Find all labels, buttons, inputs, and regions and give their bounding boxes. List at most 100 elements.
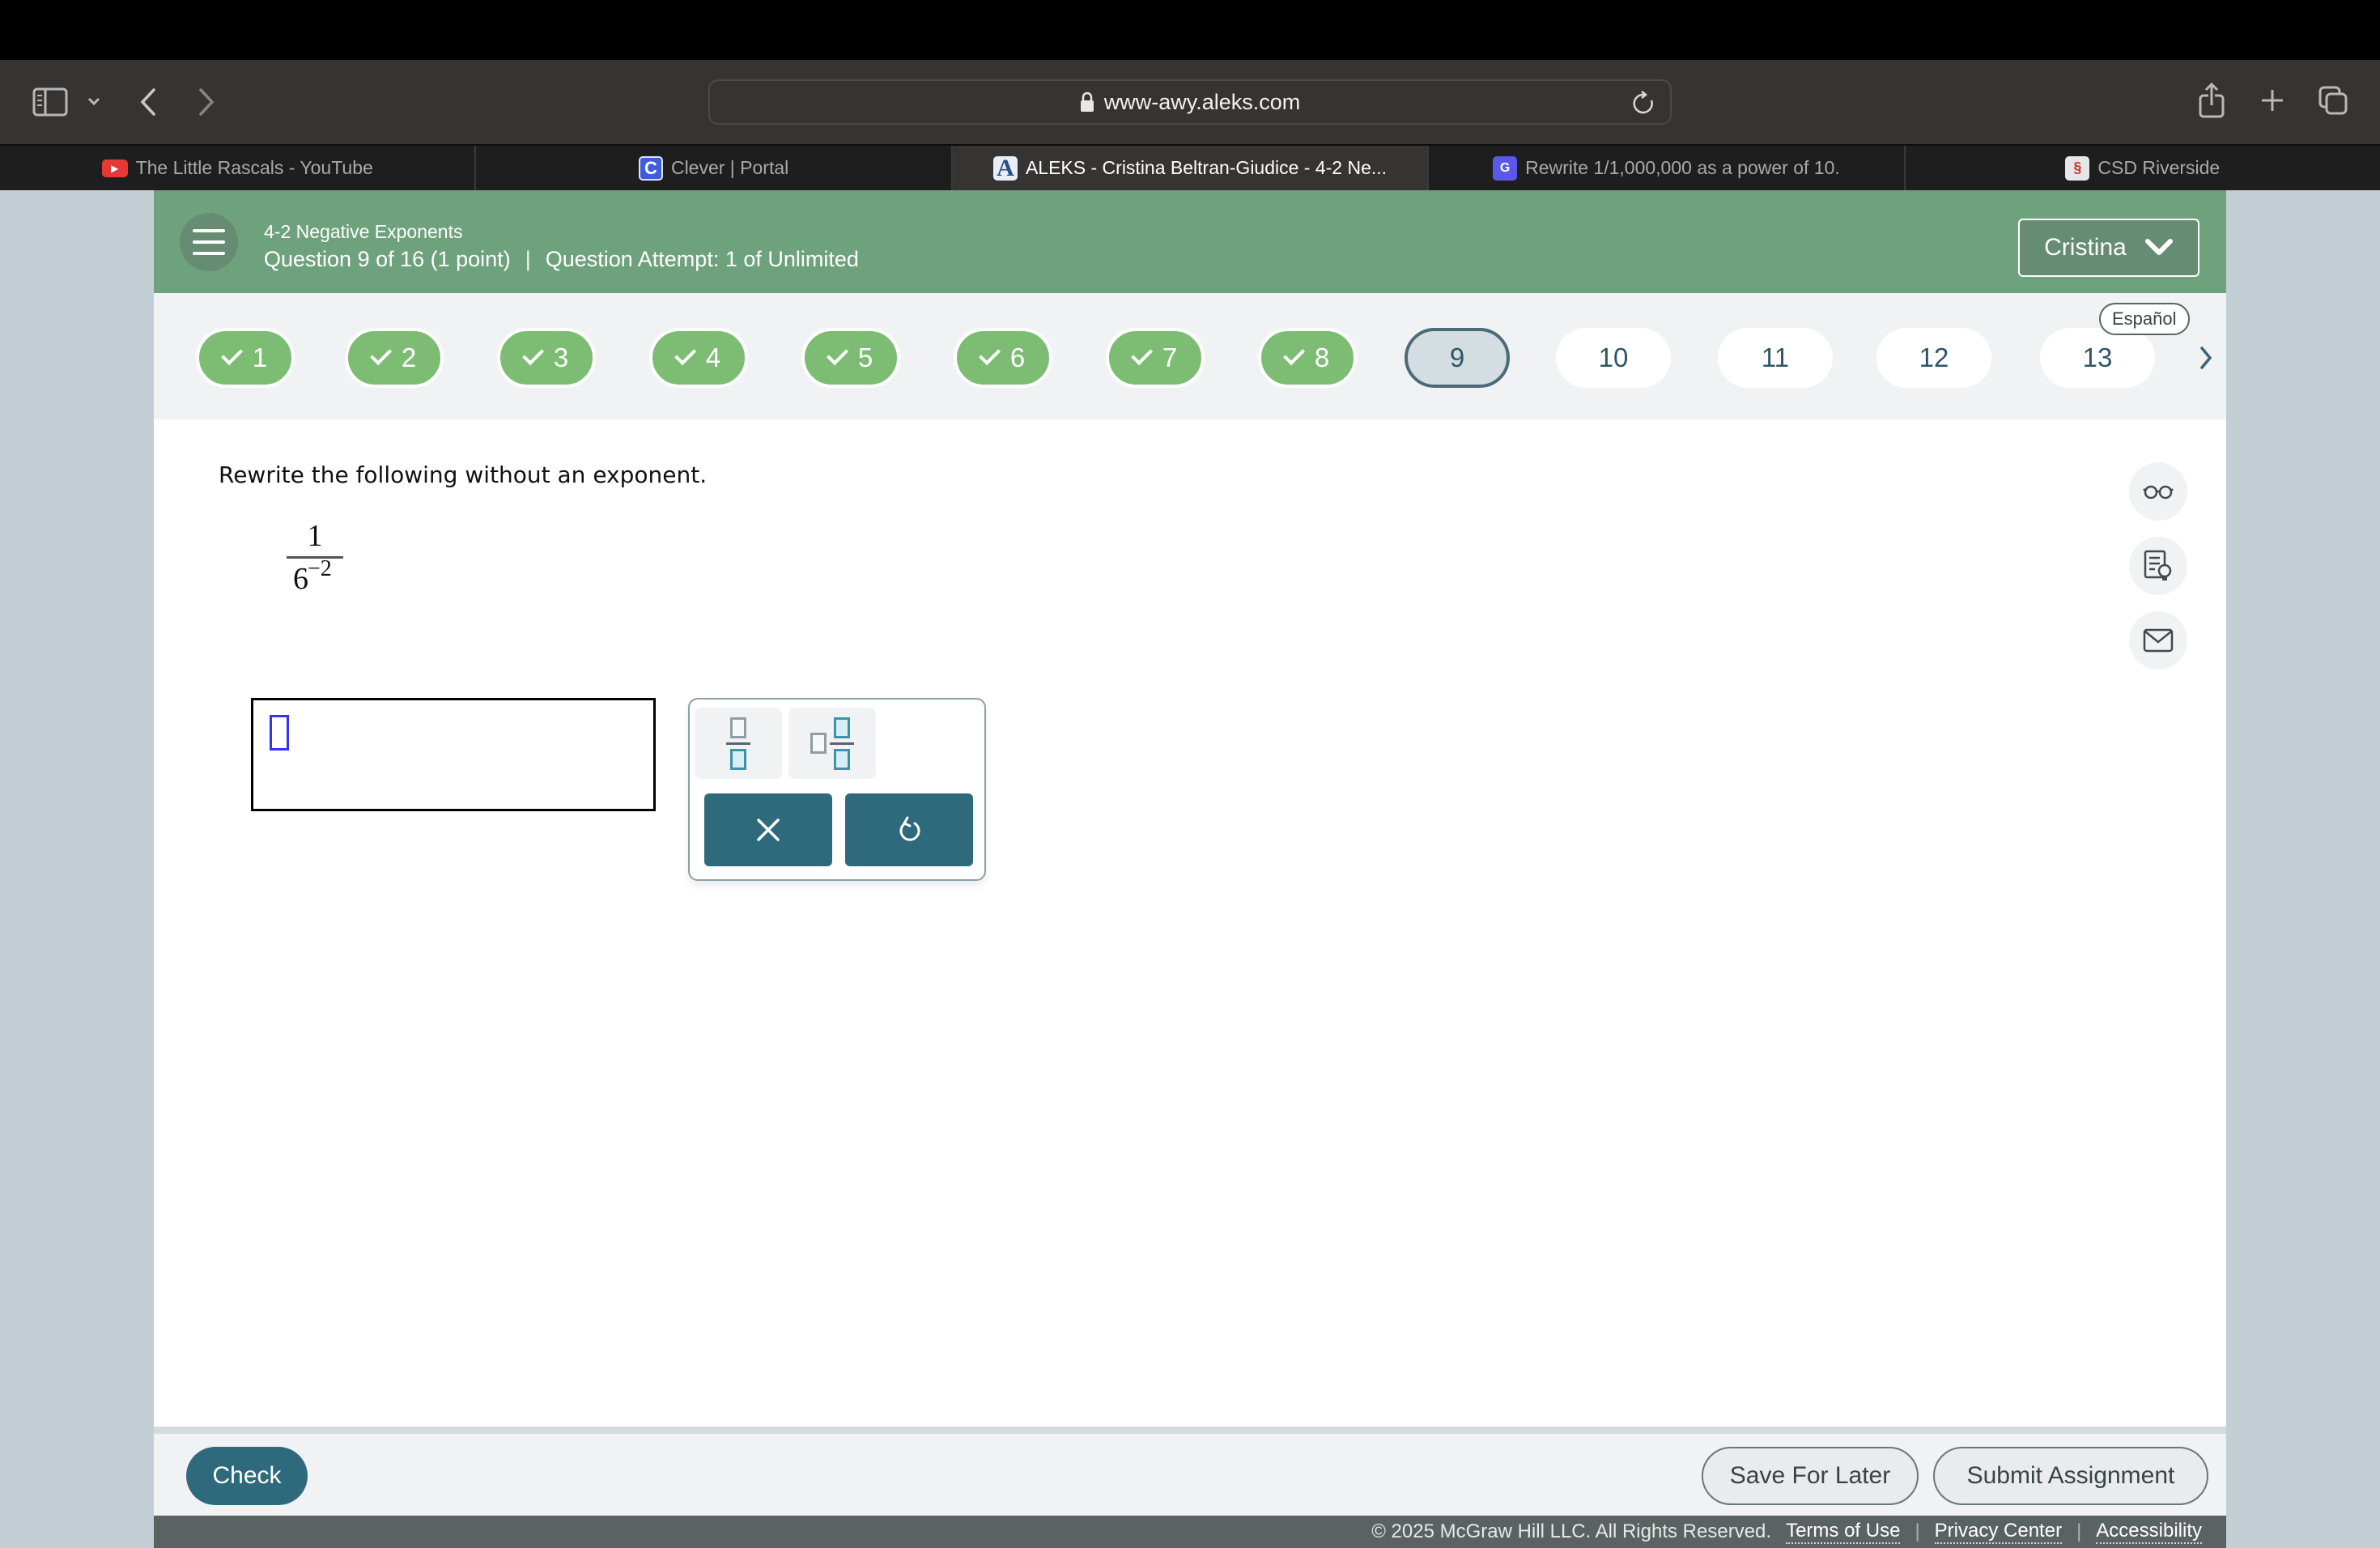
pill-label: 4: [705, 342, 721, 372]
user-menu-button[interactable]: Cristina: [2018, 219, 2199, 277]
question-pill-13[interactable]: 13: [2040, 328, 2155, 388]
clear-button[interactable]: [704, 793, 832, 866]
math-palette: [688, 698, 986, 881]
chevron-down-icon[interactable]: [84, 89, 104, 113]
browser-tab-youtube[interactable]: ▶ The Little Rascals - YouTube: [0, 146, 477, 190]
action-bar: Check Save For Later Submit Assignment: [154, 1427, 2226, 1516]
denominator: 6 −2: [287, 556, 343, 597]
pill-label: 1: [252, 342, 268, 372]
attempt-info: Question Attempt: 1 of Unlimited: [545, 247, 859, 271]
question-pill-8[interactable]: 8: [1258, 328, 1357, 388]
input-cursor-box: [270, 715, 289, 751]
undo-button[interactable]: [845, 793, 973, 866]
back-icon[interactable]: [134, 84, 162, 120]
tab-overview-icon[interactable]: [2317, 84, 2349, 117]
browser-tab-strip: ▶ The Little Rascals - YouTube C Clever …: [0, 144, 2380, 190]
reload-icon[interactable]: [1630, 89, 1659, 118]
message-button[interactable]: [2129, 611, 2187, 670]
check-icon: [1130, 343, 1153, 366]
terms-link[interactable]: Terms of Use: [1786, 1520, 1901, 1544]
forward-icon[interactable]: [193, 84, 220, 120]
fraction-button[interactable]: [695, 708, 782, 779]
question-pill-5[interactable]: 5: [801, 328, 900, 388]
browser-tab-csd[interactable]: § CSD Riverside: [1906, 146, 2380, 190]
tab-label: Clever | Portal: [670, 157, 789, 178]
pill-label: 8: [1314, 342, 1330, 372]
share-icon[interactable]: [2197, 79, 2226, 121]
question-pill-6[interactable]: 6: [954, 328, 1052, 388]
new-tab-icon[interactable]: [2259, 84, 2286, 117]
numerator: 1: [307, 519, 323, 553]
pill-label: 3: [553, 342, 569, 372]
tab-label: Rewrite 1/1,000,000 as a power of 10.: [1525, 157, 1840, 178]
pill-label: 10: [1598, 342, 1629, 372]
question-content: Rewrite the following without an exponen…: [154, 419, 2226, 1427]
question-prompt: Rewrite the following without an exponen…: [219, 461, 708, 488]
menu-line: [193, 252, 225, 255]
privacy-link[interactable]: Privacy Center: [1934, 1520, 2063, 1544]
copyright: © 2025 McGraw Hill LLC. All Rights Reser…: [1371, 1520, 1772, 1542]
separator: |: [525, 247, 531, 271]
topic-title: 4-2 Negative Exponents: [264, 221, 463, 242]
question-pill-12[interactable]: 12: [1876, 328, 1991, 388]
check-button[interactable]: Check: [186, 1447, 308, 1505]
tab-label: CSD Riverside: [2097, 157, 2221, 178]
address-bar[interactable]: www-awy.aleks.com: [708, 79, 1672, 125]
pill-label: 7: [1162, 342, 1178, 372]
browser-tab-aleks[interactable]: A ALEKS - Cristina Beltran-Giudice - 4-2…: [952, 146, 1430, 190]
hamburger-menu-button[interactable]: [180, 213, 238, 271]
check-icon: [1282, 343, 1305, 366]
tool-sidebar: [2129, 462, 2187, 686]
youtube-icon: ▶: [101, 159, 128, 177]
check-icon: [978, 343, 1001, 366]
close-icon: [757, 819, 780, 841]
pill-label: 2: [401, 342, 417, 372]
system-top-bar: [0, 0, 2380, 60]
question-pill-1[interactable]: 1: [196, 328, 295, 388]
question-pill-2[interactable]: 2: [345, 328, 444, 388]
question-pill-7[interactable]: 7: [1106, 328, 1205, 388]
question-pill-3[interactable]: 3: [497, 328, 596, 388]
exponent: −2: [308, 556, 332, 581]
check-icon: [674, 343, 696, 366]
mail-icon: [2143, 628, 2174, 653]
answer-input[interactable]: [251, 698, 656, 811]
worksheet-hint-icon: [2144, 550, 2172, 580]
accessibility-link[interactable]: Accessibility: [2096, 1520, 2202, 1544]
separator: |: [2076, 1520, 2082, 1542]
espanol-button[interactable]: Español: [2099, 303, 2190, 335]
submit-assignment-button[interactable]: Submit Assignment: [1933, 1447, 2208, 1505]
pill-label: 11: [1761, 342, 1790, 372]
math-expression: 1 6 −2: [287, 518, 343, 597]
question-number: Question 9 of 16 (1 point): [264, 247, 511, 271]
chevron-right-icon[interactable]: [2194, 340, 2218, 376]
question-info: Question 9 of 16 (1 point) | Question At…: [264, 247, 859, 272]
aleks-panel: 4-2 Negative Exponents Question 9 of 16 …: [154, 190, 2226, 1548]
glasses-button[interactable]: [2129, 462, 2187, 521]
check-icon: [369, 343, 392, 366]
mixed-number-icon: [810, 717, 854, 770]
check-icon: [220, 343, 243, 366]
worksheet-button[interactable]: [2129, 537, 2187, 595]
question-pill-4[interactable]: 4: [649, 328, 748, 388]
url-text: www-awy.aleks.com: [1103, 89, 1301, 114]
undo-icon: [899, 816, 920, 841]
mixed-number-button[interactable]: [788, 708, 876, 779]
question-pill-11[interactable]: 11: [1718, 328, 1833, 388]
chevron-down-icon: [2144, 239, 2173, 255]
csd-icon: §: [2065, 155, 2090, 181]
pill-label: 13: [2082, 342, 2113, 372]
question-pill-10[interactable]: 10: [1556, 328, 1671, 388]
footer: © 2025 McGraw Hill LLC. All Rights Reser…: [154, 1516, 2226, 1548]
browser-toolbar: www-awy.aleks.com: [0, 60, 2380, 144]
save-for-later-button[interactable]: Save For Later: [1702, 1447, 1919, 1505]
question-pill-9[interactable]: 9: [1405, 328, 1510, 388]
tab-label: ALEKS - Cristina Beltran-Giudice - 4-2 N…: [1025, 157, 1388, 178]
browser-tab-gauth[interactable]: G Rewrite 1/1,000,000 as a power of 10.: [1429, 146, 1906, 190]
pill-label: 6: [1009, 342, 1026, 372]
menu-line: [193, 229, 225, 232]
aleks-icon: A: [992, 155, 1018, 181]
pill-label: 12: [1919, 342, 1949, 372]
sidebar-toggle-icon[interactable]: [32, 87, 68, 117]
browser-tab-clever[interactable]: C Clever | Portal: [476, 146, 953, 190]
